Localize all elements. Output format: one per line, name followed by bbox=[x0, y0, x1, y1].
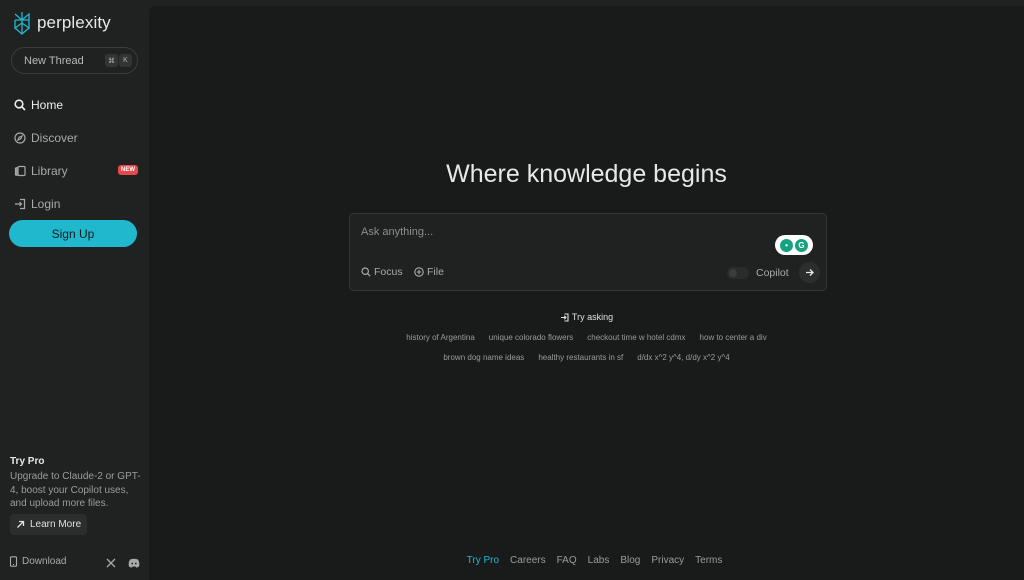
footer-links: Try Pro Careers FAQ Labs Blog Privacy Te… bbox=[149, 555, 1024, 566]
compass-icon bbox=[14, 131, 26, 144]
suggestion-chip[interactable]: d/dx x^2 y^4, d/dy x^2 y^4 bbox=[637, 353, 729, 362]
enter-icon bbox=[560, 312, 569, 322]
download-link[interactable]: Download bbox=[9, 556, 66, 567]
attach-file-button[interactable]: File bbox=[414, 266, 444, 278]
sidebar-item-label: Login bbox=[31, 196, 61, 211]
suggestion-chip[interactable]: how to center a div bbox=[700, 333, 767, 342]
sidebar-nav: Home Discover Library NEW Login bbox=[14, 88, 138, 220]
search-input[interactable] bbox=[361, 226, 741, 238]
try-asking-label: Try asking bbox=[571, 312, 614, 322]
arrow-up-right-icon bbox=[17, 520, 25, 528]
logo-text: perplexity bbox=[37, 13, 111, 32]
footer-link-labs[interactable]: Labs bbox=[588, 555, 610, 566]
grammarly-widget[interactable]: • G bbox=[775, 235, 813, 255]
shortcut-k-key: K bbox=[119, 54, 132, 67]
new-thread-label: New Thread bbox=[24, 54, 84, 67]
page-title: Where knowledge begins bbox=[446, 160, 727, 188]
suggestions-row-2: brown dog name ideas healthy restaurants… bbox=[149, 353, 1024, 362]
footer-link-careers[interactable]: Careers bbox=[510, 555, 546, 566]
logo[interactable]: perplexity bbox=[12, 11, 111, 35]
sidebar-item-label: Library bbox=[31, 163, 68, 178]
suggestions-row-1: history of Argentina unique colorado flo… bbox=[149, 333, 1024, 342]
grammarly-icon: G bbox=[795, 238, 808, 252]
focus-label: Focus bbox=[374, 266, 403, 278]
search-icon bbox=[361, 267, 371, 277]
download-label: Download bbox=[22, 556, 67, 567]
discord-icon[interactable] bbox=[128, 558, 140, 568]
library-icon bbox=[14, 165, 26, 176]
try-asking-heading: Try asking bbox=[149, 312, 1024, 322]
sidebar-item-library[interactable]: Library NEW bbox=[14, 154, 138, 187]
new-thread-button[interactable]: New Thread ⌘ K bbox=[11, 47, 138, 74]
sidebar-item-login[interactable]: Login bbox=[14, 187, 138, 220]
footer-link-blog[interactable]: Blog bbox=[620, 555, 640, 566]
file-label: File bbox=[427, 266, 444, 278]
suggestion-chip[interactable]: healthy restaurants in sf bbox=[538, 353, 623, 362]
phone-icon bbox=[9, 556, 18, 567]
suggestion-chip[interactable]: history of Argentina bbox=[406, 333, 474, 342]
suggestion-chip[interactable]: checkout time w hotel cdmx bbox=[587, 333, 685, 342]
plus-circle-icon bbox=[414, 267, 424, 277]
suggestion-chip[interactable]: unique colorado flowers bbox=[489, 333, 574, 342]
footer-link-terms[interactable]: Terms bbox=[695, 555, 722, 566]
copilot-toggle[interactable] bbox=[727, 267, 749, 279]
focus-button[interactable]: Focus bbox=[361, 266, 403, 278]
sidebar-item-discover[interactable]: Discover bbox=[14, 121, 138, 154]
sidebar: perplexity New Thread ⌘ K Home Discover … bbox=[0, 0, 148, 580]
shortcut-cmd-key: ⌘ bbox=[105, 54, 118, 67]
arrow-right-icon bbox=[806, 269, 814, 276]
search-box: • G Focus File Copilot bbox=[349, 213, 827, 291]
footer-link-faq[interactable]: FAQ bbox=[557, 555, 577, 566]
lightbulb-icon: • bbox=[780, 238, 793, 252]
sidebar-item-label: Home bbox=[31, 97, 64, 112]
sidebar-item-label: Discover bbox=[31, 130, 78, 145]
footer-link-try-pro[interactable]: Try Pro bbox=[467, 555, 499, 566]
submit-button[interactable] bbox=[799, 262, 820, 283]
sidebar-item-home[interactable]: Home bbox=[14, 88, 138, 121]
main-panel: Where knowledge begins • G Focus File Co… bbox=[149, 6, 1024, 580]
search-icon bbox=[14, 98, 26, 111]
footer-link-privacy[interactable]: Privacy bbox=[651, 555, 684, 566]
new-badge: NEW bbox=[118, 165, 138, 175]
try-pro-description: Upgrade to Claude-2 or GPT-4, boost your… bbox=[10, 471, 141, 509]
sign-up-button[interactable]: Sign Up bbox=[9, 220, 137, 247]
try-pro-title: Try Pro bbox=[10, 456, 45, 467]
copilot-label: Copilot bbox=[756, 267, 789, 279]
learn-more-button[interactable]: Learn More bbox=[10, 514, 88, 535]
learn-more-label: Learn More bbox=[30, 519, 82, 530]
suggestion-chip[interactable]: brown dog name ideas bbox=[443, 353, 524, 362]
x-twitter-icon[interactable] bbox=[106, 558, 116, 568]
login-icon bbox=[15, 198, 26, 209]
app-root: perplexity New Thread ⌘ K Home Discover … bbox=[0, 0, 1024, 580]
perplexity-logo-icon bbox=[14, 12, 30, 35]
try-pro-panel: Try Pro Upgrade to Claude-2 or GPT-4, bo… bbox=[10, 456, 142, 511]
